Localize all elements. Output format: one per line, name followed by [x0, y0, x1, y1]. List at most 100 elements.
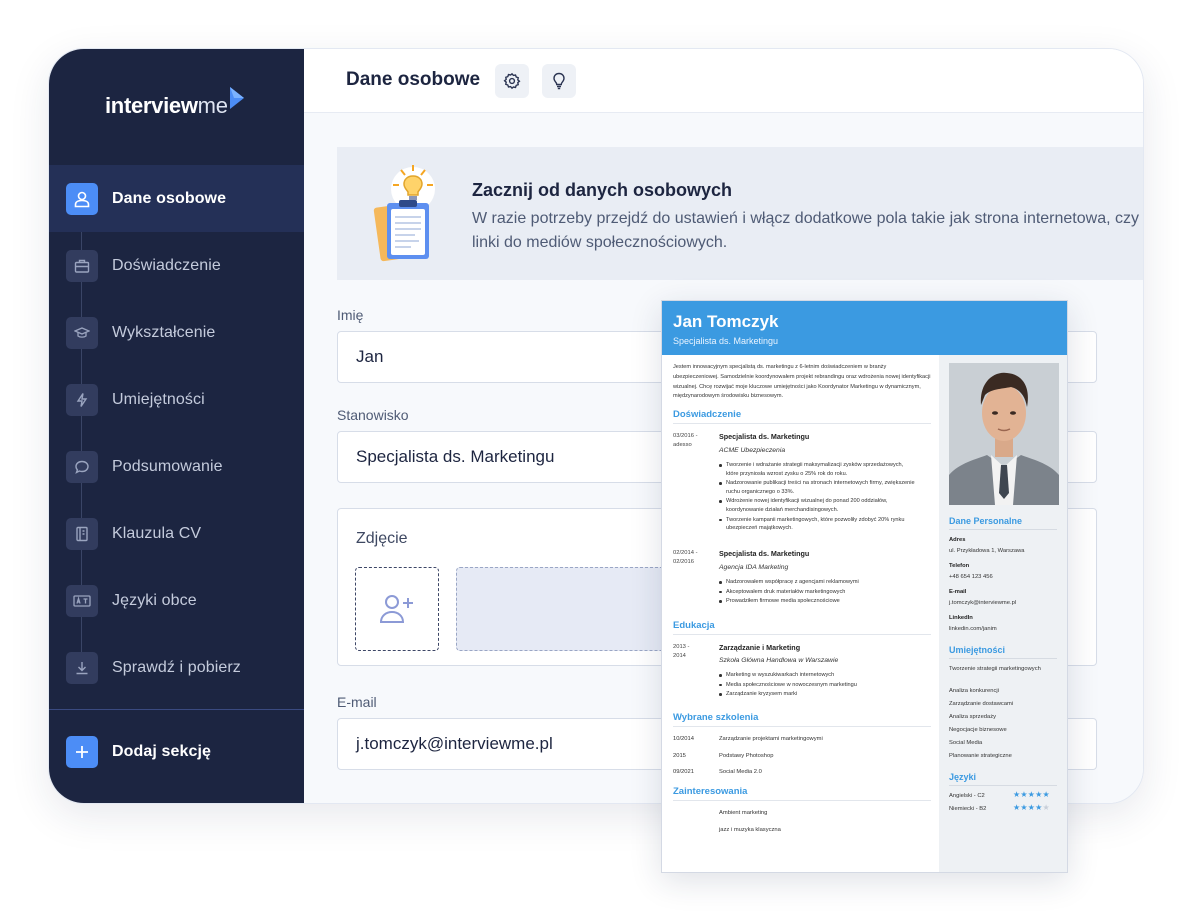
cv-personal-label: E-mail	[949, 589, 967, 595]
list-item: Wdrożenie nowej identyfikacji wizualnej …	[719, 497, 917, 514]
sidebar-item-doswiadczenie[interactable]: Doświadczenie	[49, 232, 304, 299]
list-item: Zarządzanie kryzysem marki	[719, 690, 917, 699]
clipboard-lightbulb-illustration	[371, 163, 445, 267]
logo-arrow-icon	[229, 87, 244, 109]
cv-education-date: 2013 -2014	[673, 644, 690, 659]
banner-text: W razie potrzeby przejdź do ustawień i w…	[472, 210, 1139, 251]
first-name-label: Imię	[337, 307, 364, 323]
cv-skill-item: Planowanie strategiczne	[949, 753, 1012, 759]
banner-title: Zacznij od danych osobowych	[472, 180, 733, 200]
top-bar: Dane osobowe	[304, 49, 1143, 113]
position-label: Stanowisko	[337, 407, 409, 423]
cv-interest-item: jazz i muzyka klasyczna	[719, 827, 781, 833]
sidebar-item-label: Języki obce	[112, 591, 197, 609]
cv-personal-value: linkedin.com/janim	[949, 626, 997, 632]
cv-personal-heading: Dane Personalne	[949, 516, 1057, 530]
lightbulb-icon	[553, 72, 565, 90]
add-user-icon	[379, 595, 413, 623]
list-item: Tworzenie i wdrażanie strategii maksymal…	[719, 461, 917, 478]
cv-job-company: ACME Ubezpieczenia	[719, 447, 786, 454]
gear-icon	[503, 72, 521, 90]
cv-job-bullets: Nadzorowałem współpracę z agencjami rekl…	[719, 578, 917, 607]
cv-language-stars: ★★★★★	[1013, 790, 1050, 799]
star-icon: ★	[1020, 803, 1028, 812]
cv-training-date: 09/2021	[673, 769, 694, 775]
cv-education-heading: Edukacja	[673, 620, 931, 635]
cv-training-date: 10/2014	[673, 736, 694, 742]
sidebar-item-sprawdz-i-pobierz[interactable]: Sprawdź i pobierz	[49, 634, 304, 701]
user-icon	[66, 182, 98, 215]
cv-language-name: Angielski - C2	[949, 793, 985, 799]
list-item: Akceptowałem druk materiałów marketingow…	[719, 588, 917, 597]
sidebar-item-podsumowanie[interactable]: Podsumowanie	[49, 433, 304, 500]
sidebar-item-jezyki-obce[interactable]: Języki obce	[49, 567, 304, 634]
cv-skill-item: Analiza sprzedaży	[949, 714, 997, 720]
tips-button[interactable]	[542, 64, 576, 98]
cv-training-name: Social Media 2.0	[719, 769, 762, 775]
email-label: E-mail	[337, 694, 377, 710]
cv-summary: Jestem innowacyjnym specjalistą ds. mark…	[673, 364, 931, 400]
cv-skill-item: Negocjacje biznesowe	[949, 727, 1007, 733]
cv-language-name: Niemiecki - B2	[949, 806, 987, 812]
cv-preview[interactable]: Jan Tomczyk Specjalista ds. Marketingu J…	[661, 300, 1068, 873]
sidebar-item-label: Podsumowanie	[112, 457, 223, 475]
cv-training-date: 2015	[673, 753, 686, 759]
cv-experience-heading: Doświadczenie	[673, 409, 931, 424]
cv-personal-label: LinkedIn	[949, 615, 973, 621]
cv-interests-heading: Zainteresowania	[673, 786, 931, 801]
add-section-label: Dodaj sekcję	[112, 742, 212, 760]
cv-job-title: Specjalista ds. Marketingu	[719, 432, 810, 441]
photo-label: Zdjęcie	[356, 530, 408, 547]
settings-button[interactable]	[495, 64, 529, 98]
add-section-button[interactable]: Dodaj sekcję	[49, 718, 304, 785]
add-photo-button[interactable]	[355, 567, 439, 651]
sidebar-item-wyksztalcenie[interactable]: Wykształcenie	[49, 299, 304, 366]
plus-icon	[66, 735, 98, 768]
cv-skill-item: Analiza konkurencji	[949, 688, 999, 694]
graduation-cap-icon	[66, 316, 98, 349]
cv-job-bullets: Tworzenie i wdrażanie strategii maksymal…	[719, 461, 917, 534]
cv-job-date: 03/2016 - adesso	[673, 433, 698, 448]
cv-skill-item: Social Media	[949, 740, 983, 746]
lightning-icon	[66, 383, 98, 416]
logo[interactable]: interview me	[105, 87, 244, 119]
star-icon: ★	[1035, 790, 1043, 799]
briefcase-icon	[66, 249, 98, 282]
cv-portrait-photo	[949, 363, 1059, 505]
list-item: Nadzorowałem współpracę z agencjami rekl…	[719, 578, 917, 587]
document-icon	[66, 517, 98, 550]
logo-text-light: me	[197, 93, 228, 118]
cv-education-title: Zarządzanie i Marketing	[719, 643, 801, 652]
download-icon	[66, 651, 98, 684]
sidebar-item-klauzula-cv[interactable]: Klauzula CV	[49, 500, 304, 567]
cv-job-title: Specjalista ds. Marketingu	[719, 549, 810, 558]
cv-personal-value: +48 654 123 456	[949, 574, 993, 580]
star-icon: ★	[1042, 790, 1050, 799]
list-item: Media społecznościowe w nowoczesnym mark…	[719, 681, 917, 690]
sidebar-item-label: Dane osobowe	[112, 189, 227, 207]
star-icon: ★	[1035, 803, 1043, 812]
list-item: Prowadziłem firmowe media społecznościow…	[719, 597, 917, 606]
star-icon: ★	[1042, 803, 1050, 812]
sidebar-item-dane-osobowe[interactable]: Dane osobowe	[49, 165, 304, 232]
sidebar-item-label: Klauzula CV	[112, 524, 202, 542]
list-item: Nadzorowanie publikacji treści na strona…	[719, 479, 917, 496]
cv-job-date: 02/2014 -02/2016	[673, 550, 698, 565]
list-item: Tworzenie kampanii marketingowych, które…	[719, 516, 917, 533]
sidebar: interview me Dane osobowe Doświadczenie W…	[49, 49, 304, 803]
cv-language-stars: ★★★★★	[1013, 803, 1050, 812]
list-item: Marketing w wyszukiwarkach internetowych	[719, 671, 917, 680]
sidebar-item-umiejetnosci[interactable]: Umiejętności	[49, 366, 304, 433]
cv-trainings-heading: Wybrane szkolenia	[673, 712, 931, 727]
cv-education-bullets: Marketing w wyszukiwarkach internetowych…	[719, 671, 917, 700]
cv-personal-value: ul. Przykładowa 1, Warszawa	[949, 548, 1025, 554]
sidebar-item-label: Sprawdź i pobierz	[112, 658, 241, 676]
sidebar-item-label: Umiejętności	[112, 390, 205, 408]
cv-skill-item: Zarządzanie dostawcami	[949, 701, 1014, 707]
page-title: Dane osobowe	[346, 69, 481, 90]
cv-personal-label: Telefon	[949, 563, 970, 569]
cv-training-name: Podstawy Photoshop	[719, 753, 774, 759]
star-icon: ★	[1020, 790, 1028, 799]
language-icon	[66, 584, 98, 617]
cv-job-company: Agencja IDA Marketing	[719, 564, 789, 571]
